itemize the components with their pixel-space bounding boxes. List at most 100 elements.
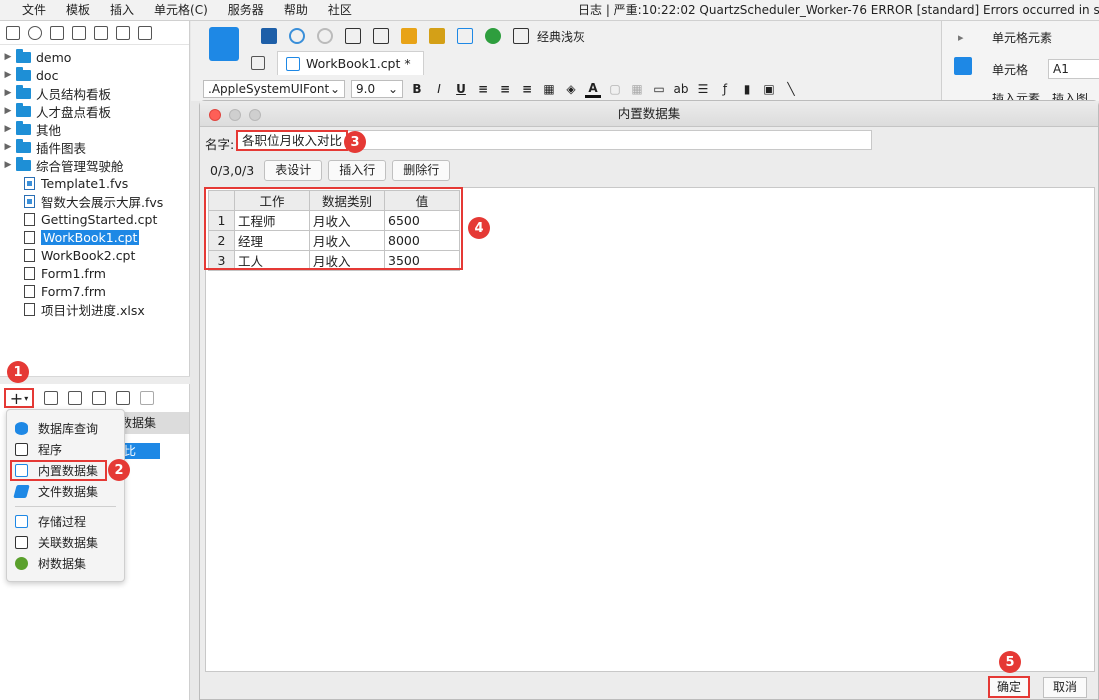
row-number[interactable]: 2	[208, 230, 235, 251]
cancel-button[interactable]: 取消	[1043, 677, 1087, 698]
menu-template[interactable]: 模板	[56, 0, 100, 21]
panel-divider[interactable]	[0, 376, 190, 384]
image-icon[interactable]: ▣	[761, 82, 777, 96]
table-cell[interactable]: 3500	[384, 250, 460, 271]
expand-arrow-icon[interactable]: ▶	[0, 106, 16, 116]
text-cell-icon[interactable]: ▭	[651, 82, 667, 96]
table-cell[interactable]: 月收入	[309, 210, 385, 231]
expand-arrow-icon[interactable]: ▶	[0, 142, 16, 152]
unmerge-icon[interactable]: ▦	[629, 82, 645, 96]
copy-icon[interactable]	[373, 28, 389, 44]
tree-item[interactable]: 项目计划进度.xlsx	[0, 300, 189, 318]
cell-input[interactable]: A1	[1048, 59, 1099, 79]
tree-item[interactable]: WorkBook2.cpt	[0, 246, 189, 264]
dataset-selected[interactable]: 比	[120, 443, 160, 459]
tree-item[interactable]: ▶ 人员结构看板	[0, 84, 189, 102]
tree-item[interactable]: ▶ demo	[0, 48, 189, 66]
menu-file[interactable]: 文件	[12, 0, 56, 21]
cell-element-icon[interactable]	[954, 57, 972, 75]
table-design-button[interactable]: 表设计	[264, 159, 323, 181]
table-cell[interactable]: 8000	[384, 230, 460, 251]
chart-icon[interactable]: ▮	[739, 82, 755, 96]
expand-arrow-icon[interactable]: ▶	[0, 52, 16, 62]
menu-community[interactable]: 社区	[318, 0, 362, 21]
close-icon[interactable]	[209, 109, 221, 121]
font-family-select[interactable]: .AppleSystemUIFont ⌄	[203, 80, 345, 98]
merge-icon[interactable]: ▢	[607, 82, 623, 96]
delete-row-button[interactable]: 删除行	[392, 159, 451, 181]
richtext-icon[interactable]: ab	[673, 82, 689, 96]
cut-icon[interactable]	[345, 28, 361, 44]
tree-item[interactable]: Form7.frm	[0, 282, 189, 300]
column-header[interactable]: 值	[384, 190, 460, 211]
tree-item[interactable]: ▶ 人才盘点看板	[0, 102, 189, 120]
tree-item[interactable]: ▶ 其他	[0, 120, 189, 138]
menu-help[interactable]: 帮助	[274, 0, 318, 21]
minimize-icon[interactable]	[229, 109, 241, 121]
menu-cell[interactable]: 单元格(C)	[144, 0, 218, 21]
menu-insert[interactable]: 插入	[100, 0, 144, 21]
redo-icon[interactable]	[317, 28, 333, 44]
tree-item[interactable]: ▶ 插件图表	[0, 138, 189, 156]
menu-item-db-query[interactable]: 数据库查询	[7, 418, 124, 439]
table-cell[interactable]: 工程师	[234, 210, 310, 231]
maximize-icon[interactable]	[249, 109, 261, 121]
align-right-icon[interactable]: ≡	[519, 82, 535, 96]
dataset-big-icon[interactable]	[209, 27, 239, 61]
column-header[interactable]: 工作	[234, 190, 310, 211]
undo-icon[interactable]	[289, 28, 305, 44]
menu-item-file-dataset[interactable]: 文件数据集	[7, 481, 124, 502]
menu-item-related-dataset[interactable]: 关联数据集	[7, 532, 124, 553]
chevron-right-icon[interactable]: ▸	[958, 31, 964, 44]
shirt-icon[interactable]	[513, 28, 529, 44]
menu-server[interactable]: 服务器	[218, 0, 274, 21]
font-color-icon[interactable]: A	[585, 81, 601, 98]
save-icon[interactable]	[261, 28, 277, 44]
grid-icon[interactable]	[251, 56, 265, 70]
expand-arrow-icon[interactable]: ▶	[0, 88, 16, 98]
table-cell[interactable]: 月收入	[309, 250, 385, 271]
log-message[interactable]: 日志 | 严重:10:22:02 QuartzScheduler_Worker-…	[578, 0, 1099, 21]
params-icon[interactable]	[116, 391, 130, 405]
expand-arrow-icon[interactable]: ▶	[0, 70, 16, 80]
border-icon[interactable]: ▦	[541, 82, 557, 96]
column-header[interactable]: 数据类别	[309, 190, 385, 211]
copy-icon[interactable]	[116, 25, 130, 40]
import-icon[interactable]	[72, 25, 86, 40]
add-dataset-button[interactable]: + ▾	[4, 388, 34, 408]
fill-color-icon[interactable]: ◈	[563, 82, 579, 96]
menu-item-tree-dataset[interactable]: 树数据集	[7, 553, 124, 574]
tree-item[interactable]: 智数大会展示大屏.fvs	[0, 192, 189, 210]
tree-item[interactable]: Template1.fvs	[0, 174, 189, 192]
insert-row-button[interactable]: 插入行	[328, 159, 387, 181]
menu-item-builtin-dataset[interactable]: 内置数据集	[10, 460, 107, 481]
ok-button[interactable]: 确定	[988, 676, 1030, 698]
row-number[interactable]: 1	[208, 210, 235, 231]
align-left-icon[interactable]: ≡	[475, 82, 491, 96]
tree-item[interactable]: ▶ doc	[0, 66, 189, 84]
table-cell[interactable]: 6500	[384, 210, 460, 231]
format-brush-icon[interactable]	[429, 28, 445, 44]
menu-item-stored-proc[interactable]: 存储过程	[7, 511, 124, 532]
align-center-icon[interactable]: ≡	[497, 82, 513, 96]
lock-icon[interactable]	[138, 25, 152, 40]
menu-item-program[interactable]: 程序	[7, 439, 124, 460]
expand-arrow-icon[interactable]: ▶	[0, 160, 16, 170]
name-value[interactable]: 各职位月收入对比	[236, 130, 349, 151]
delete-icon[interactable]	[94, 25, 108, 40]
tree-item[interactable]: GettingStarted.cpt	[0, 210, 189, 228]
bold-icon[interactable]: B	[409, 82, 425, 96]
italic-icon[interactable]: I	[431, 82, 447, 96]
edit-icon[interactable]	[44, 391, 58, 405]
style-label[interactable]: 经典浅灰	[537, 28, 585, 45]
table-cell[interactable]: 工人	[234, 250, 310, 271]
underline-icon[interactable]: U	[453, 82, 469, 96]
tree-item[interactable]: ▶ 综合管理驾驶舱	[0, 156, 189, 174]
tree-item[interactable]: Form1.frm	[0, 264, 189, 282]
tab-workbook1[interactable]: WorkBook1.cpt *	[277, 51, 424, 75]
delete-dataset-icon[interactable]	[68, 391, 82, 405]
row-number[interactable]: 3	[208, 250, 235, 271]
preview-icon[interactable]	[457, 28, 473, 44]
formula-icon[interactable]: ƒ	[717, 82, 733, 96]
table-cell[interactable]: 月收入	[309, 230, 385, 251]
